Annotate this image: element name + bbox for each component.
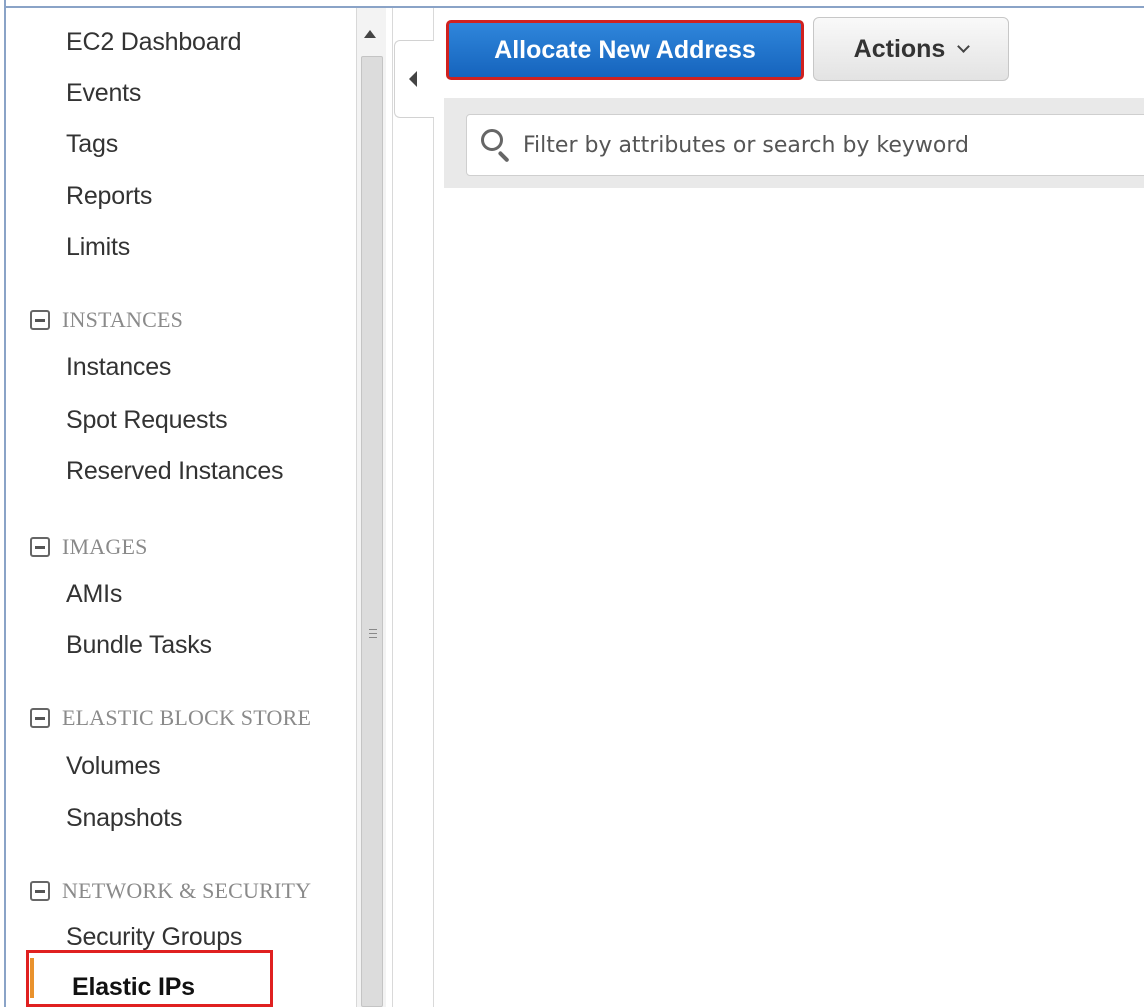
- sidebar-item-bundle-tasks[interactable]: Bundle Tasks: [66, 631, 212, 660]
- sidebar-item-reports[interactable]: Reports: [66, 182, 152, 211]
- sidebar-item-spot-requests[interactable]: Spot Requests: [66, 406, 228, 435]
- sidebar-item-amis[interactable]: AMIs: [66, 580, 122, 609]
- sidebar-item-instances[interactable]: Instances: [66, 353, 171, 382]
- sidebar-item-volumes[interactable]: Volumes: [66, 752, 161, 781]
- sidebar-item-events[interactable]: Events: [66, 79, 141, 108]
- actions-dropdown-button[interactable]: Actions: [813, 17, 1009, 81]
- sidebar-scrollbar[interactable]: [356, 8, 386, 1007]
- caret-left-icon: [409, 71, 417, 87]
- section-header-elastic-block-store[interactable]: ELASTIC BLOCK STORE: [30, 705, 311, 731]
- section-title: INSTANCES: [62, 307, 184, 332]
- section-header-network-security[interactable]: NETWORK & SECURITY: [30, 878, 311, 904]
- collapse-toggle-icon[interactable]: [30, 881, 50, 901]
- section-header-images[interactable]: IMAGES: [30, 534, 148, 560]
- sidebar-item-snapshots[interactable]: Snapshots: [66, 804, 183, 833]
- sidebar-collapse-column: [386, 8, 434, 1007]
- scrollbar-thumb[interactable]: [361, 56, 383, 1007]
- section-title: IMAGES: [62, 534, 148, 559]
- sidebar-item-tags[interactable]: Tags: [66, 130, 118, 159]
- collapse-toggle-icon[interactable]: [30, 537, 50, 557]
- scroll-up-arrow-icon[interactable]: [364, 30, 376, 38]
- highlight-box-elastic-ips: [26, 950, 273, 1007]
- actions-label: Actions: [853, 34, 946, 63]
- sidebar-nav: EC2 Dashboard Events Tags Reports Limits…: [6, 8, 356, 1007]
- sidebar-item-security-groups[interactable]: Security Groups: [66, 923, 242, 952]
- sidebar-item-ec2-dashboard[interactable]: EC2 Dashboard: [66, 28, 241, 57]
- search-icon: [479, 128, 513, 163]
- sidebar-item-reserved-instances[interactable]: Reserved Instances: [66, 457, 284, 486]
- chevron-down-icon: [957, 39, 971, 53]
- search-placeholder: Filter by attributes or search by keywor…: [523, 132, 970, 158]
- grip-icon: [369, 629, 377, 641]
- section-header-instances[interactable]: INSTANCES: [30, 307, 183, 333]
- sidebar-item-limits[interactable]: Limits: [66, 233, 130, 262]
- section-title: ELASTIC BLOCK STORE: [62, 705, 312, 730]
- collapse-toggle-icon[interactable]: [30, 310, 50, 330]
- search-input[interactable]: Filter by attributes or search by keywor…: [466, 114, 1144, 176]
- section-title: NETWORK & SECURITY: [62, 878, 312, 903]
- collapse-toggle-icon[interactable]: [30, 708, 50, 728]
- allocate-new-address-button[interactable]: Allocate New Address: [446, 20, 804, 80]
